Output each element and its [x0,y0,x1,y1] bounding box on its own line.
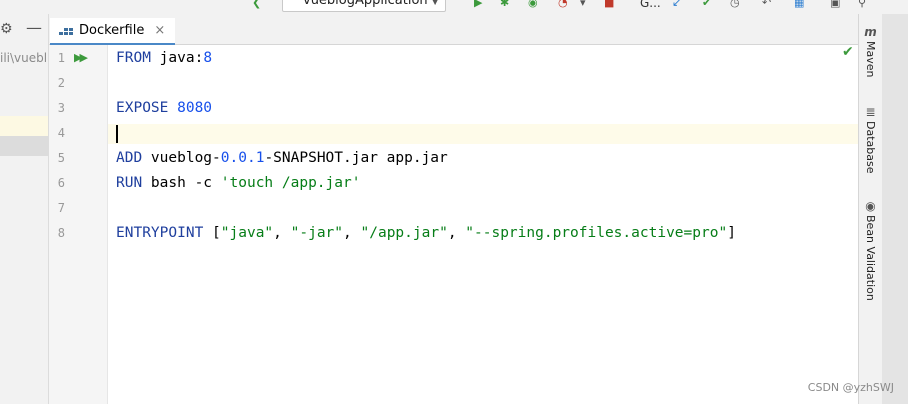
line-number: 5 [57,151,65,165]
line-number: 3 [57,101,65,115]
gear-icon[interactable]: ⚙ [0,21,13,37]
profile-icon[interactable]: ◔ [558,0,568,9]
string-literal: "--spring.profiles.active=pro" [465,225,728,241]
maven-icon: m [864,25,877,39]
tool-label: Database [864,121,877,174]
database-icon: ≣ [865,105,876,119]
project-tree-row-selected[interactable] [0,136,48,156]
debug-icon[interactable]: ✱ [500,0,509,9]
line-number: 2 [57,76,65,90]
number: 8080 [168,100,213,116]
string-literal: "java" [220,225,274,241]
code-line-8[interactable]: ENTRYPOINT ["java", "-jar", "/app.jar", … [116,224,736,242]
line-number: 4 [57,126,65,140]
number: 0.0.1 [220,150,265,166]
keyword: RUN [116,175,143,191]
code-line-5[interactable]: ADD vueblog-0.0.1-SNAPSHOT.jar app.jar [116,149,448,167]
number: 8 [203,50,213,66]
database-tool-button[interactable]: ≣ Database [859,106,882,174]
project-structure-icon[interactable]: ▦ [794,0,804,9]
search-icon[interactable]: ⚲ [858,0,866,9]
tab-label: Dockerfile [79,23,145,38]
close-icon[interactable]: × [154,23,165,38]
coverage-icon[interactable]: ◉ [528,0,538,9]
code-text: -SNAPSHOT.jar app.jar [264,150,448,166]
back-arrow-icon[interactable]: ❮ [252,0,261,9]
tab-dockerfile[interactable]: Dockerfile × [50,18,176,46]
project-panel-header: ⚙ — [0,14,48,46]
git-label[interactable]: G... [640,0,661,9]
keyword: ADD [116,150,143,166]
editor-tab-bar: Dockerfile × [49,14,858,46]
layout-icon[interactable]: ▣ [830,0,840,9]
tool-label: Bean Validation [864,215,877,301]
line-number: 6 [57,176,65,190]
text-caret [116,125,118,143]
docker-file-icon [59,25,73,36]
line-number: 1 [57,51,65,65]
code-text: [ [203,225,221,241]
right-tool-window-strip: m Maven ≣ Database ◉ Bean Validation [858,14,882,404]
code-text: java: [150,50,204,66]
keyword: EXPOSE [116,100,169,116]
keyword: FROM [116,50,151,66]
code-text: bash -c [142,175,221,191]
string-literal: "-jar" [290,225,344,241]
watermark-text: CSDN @yzhSWJ [807,381,894,394]
history-icon[interactable]: ◷ [730,0,740,9]
line-number: 7 [57,201,65,215]
window-edge-background [882,14,908,404]
run-icon[interactable]: ▶ [474,0,482,9]
string-literal: "/app.jar" [360,225,448,241]
minimize-icon[interactable]: — [26,18,42,37]
main-toolbar: ❮ vueblogApplication ▼ ▶ ✱ ◉ ◔ ▾ ■ G... ↙… [0,0,908,14]
commit-icon[interactable]: ✔ [702,0,711,9]
rollback-icon[interactable]: ↶ [762,0,771,9]
more-run-chevron-icon[interactable]: ▾ [580,0,586,9]
code-text: , [343,225,361,241]
bean-validation-tool-button[interactable]: ◉ Bean Validation [859,200,882,301]
code-text: , [273,225,291,241]
run-gutter-icon[interactable]: ▶▶ [74,51,88,64]
editor-gutter: 1 ▶▶ 2 3 4 5 6 7 8 [49,45,108,404]
code-text: , [447,225,466,241]
line-number: 8 [57,226,65,240]
chevron-down-icon: ▼ [431,0,439,7]
bean-validation-icon: ◉ [865,199,876,213]
project-tree-row-highlight[interactable] [0,116,48,136]
code-line-3[interactable]: EXPOSE 8080 [116,99,212,117]
caret-row-highlight [108,124,858,144]
project-path-text[interactable]: ili\vuebl [0,51,48,65]
update-project-icon[interactable]: ↙ [672,0,681,9]
project-panel: ⚙ — ili\vuebl [0,14,49,404]
code-editor[interactable]: FROM java:8 EXPOSE 8080 ADD vueblog-0.0.… [108,45,858,404]
string-literal: 'touch /app.jar' [220,175,361,191]
code-line-6[interactable]: RUN bash -c 'touch /app.jar' [116,174,360,192]
code-text: vueblog- [142,150,221,166]
run-configuration-label: vueblogApplication [303,0,428,8]
run-configuration-select[interactable]: vueblogApplication ▼ [282,0,446,12]
keyword: ENTRYPOINT [116,225,204,241]
stop-icon[interactable]: ■ [604,0,614,9]
inspection-ok-check-icon[interactable]: ✔ [842,44,854,60]
maven-tool-button[interactable]: m Maven [859,26,882,77]
tool-label: Maven [864,41,877,78]
code-text: ] [727,225,736,241]
code-line-1[interactable]: FROM java:8 [116,49,212,67]
